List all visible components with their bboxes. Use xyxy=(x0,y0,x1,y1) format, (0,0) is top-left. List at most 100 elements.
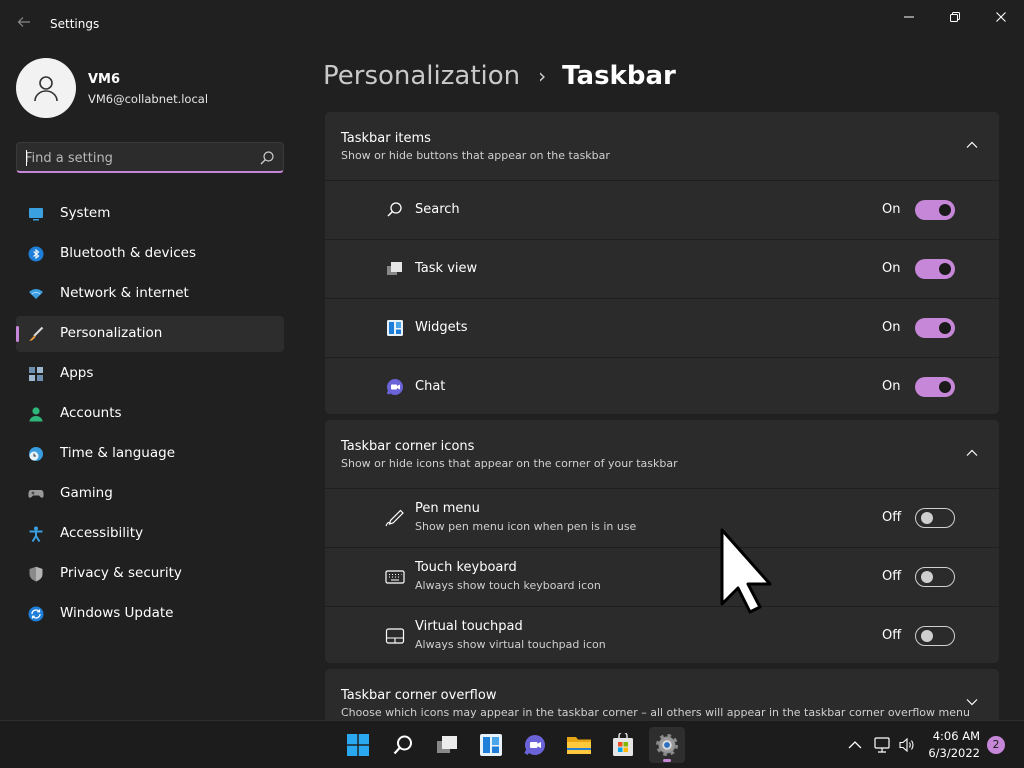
person-icon xyxy=(34,76,58,102)
close-icon xyxy=(996,12,1006,22)
virtual-touchpad-toggle[interactable] xyxy=(915,626,955,646)
toggle-state-text: On xyxy=(882,202,901,217)
section-taskbar-corner-overflow: Taskbar corner overflow Choose which ico… xyxy=(325,669,999,720)
setting-label: Chat xyxy=(415,379,446,394)
title-bar: Settings xyxy=(0,0,1024,48)
section-header[interactable]: Taskbar corner icons Show or hide icons … xyxy=(325,420,999,488)
sidebar-item-accounts[interactable]: Accounts xyxy=(16,396,284,432)
sidebar-item-time-language[interactable]: Time & language xyxy=(16,436,284,472)
update-icon xyxy=(28,606,44,622)
sidebar-item-label: Personalization xyxy=(60,325,163,341)
restore-icon xyxy=(950,12,960,22)
close-button[interactable] xyxy=(984,6,1018,28)
clock-date[interactable]: 6/3/2022 xyxy=(918,746,980,760)
sidebar-item-label: Apps xyxy=(60,365,94,381)
sidebar-item-privacy-security[interactable]: Privacy & security xyxy=(16,556,284,592)
file-explorer-icon xyxy=(567,737,591,754)
section-header[interactable]: Taskbar corner overflow Choose which ico… xyxy=(325,669,999,720)
taskbar-search-button[interactable] xyxy=(385,727,421,763)
brush-icon xyxy=(29,326,44,341)
setting-row-touch-keyboard: Touch keyboard Always show touch keyboar… xyxy=(325,547,999,606)
chevron-up-icon[interactable] xyxy=(965,138,979,152)
touchpad-icon xyxy=(385,628,405,644)
accessibility-icon xyxy=(29,526,43,542)
task-view-icon xyxy=(387,262,402,275)
clock-time[interactable]: 4:06 AM xyxy=(918,729,980,743)
toggle-knob xyxy=(939,263,951,275)
sidebar-item-system[interactable]: System xyxy=(16,196,284,232)
touch-keyboard-toggle[interactable] xyxy=(915,567,955,587)
sidebar-item-personalization[interactable]: Personalization xyxy=(16,316,284,352)
section-description: Show or hide buttons that appear on the … xyxy=(341,149,610,162)
toggle-state-text: Off xyxy=(882,628,902,643)
store-icon xyxy=(613,733,633,756)
setting-row-task-view: Task view On xyxy=(325,239,999,298)
section-taskbar-items: Taskbar items Show or hide buttons that … xyxy=(325,112,999,414)
setting-row-virtual-touchpad: Virtual touchpad Always show virtual tou… xyxy=(325,606,999,663)
shield-icon xyxy=(29,566,43,582)
accounts-icon xyxy=(29,407,43,422)
taskbar-store-button[interactable] xyxy=(605,727,641,763)
taskbar-settings-button[interactable] xyxy=(649,727,685,763)
settings-search-box[interactable] xyxy=(16,142,284,173)
notification-badge[interactable]: 2 xyxy=(987,736,1005,754)
toggle-state-text: On xyxy=(882,320,901,335)
sidebar-item-label: Gaming xyxy=(60,485,113,501)
search-icon xyxy=(393,735,412,755)
settings-search-input[interactable] xyxy=(25,148,245,168)
toggle-knob xyxy=(921,630,933,642)
widgets-toggle[interactable] xyxy=(915,318,955,338)
sidebar-item-network[interactable]: Network & internet xyxy=(16,276,284,312)
taskbar-chat-button[interactable] xyxy=(517,727,553,763)
volume-icon[interactable] xyxy=(898,736,916,754)
search-icon xyxy=(387,202,402,217)
sidebar-item-windows-update[interactable]: Windows Update xyxy=(16,596,284,632)
section-header[interactable]: Taskbar items Show or hide buttons that … xyxy=(325,112,999,180)
page-title: Taskbar xyxy=(562,61,676,91)
sidebar-item-accessibility[interactable]: Accessibility xyxy=(16,516,284,552)
toggle-state-text: Off xyxy=(882,510,902,525)
setting-label: Search xyxy=(415,202,460,217)
minimize-button[interactable] xyxy=(892,6,926,28)
avatar[interactable] xyxy=(16,58,76,118)
setting-row-chat: Chat On xyxy=(325,357,999,414)
sidebar-item-bluetooth[interactable]: Bluetooth & devices xyxy=(16,236,284,272)
section-title: Taskbar corner icons xyxy=(341,439,475,454)
sidebar-item-label: Bluetooth & devices xyxy=(60,245,197,261)
toggle-state-text: Off xyxy=(882,569,902,584)
taskbar-task-view-button[interactable] xyxy=(429,727,465,763)
settings-gear-icon xyxy=(656,734,678,756)
active-app-indicator xyxy=(663,759,671,762)
section-title: Taskbar corner overflow xyxy=(341,688,497,703)
sidebar-item-label: Time & language xyxy=(60,445,176,461)
text-caret xyxy=(26,150,27,166)
sidebar-item-label: Privacy & security xyxy=(60,565,182,581)
chevron-down-icon[interactable] xyxy=(965,695,979,709)
chevron-up-icon[interactable] xyxy=(846,736,864,754)
setting-row-pen-menu: Pen menu Show pen menu icon when pen is … xyxy=(325,488,999,547)
pen-menu-toggle[interactable] xyxy=(915,508,955,528)
start-button[interactable] xyxy=(340,727,376,763)
task-view-icon xyxy=(437,736,457,753)
sidebar-item-apps[interactable]: Apps xyxy=(16,356,284,392)
toggle-knob xyxy=(939,322,951,334)
sidebar-item-label: System xyxy=(60,205,111,221)
chevron-up-icon[interactable] xyxy=(965,446,979,460)
settings-content[interactable]: Taskbar items Show or hide buttons that … xyxy=(325,112,999,720)
widgets-icon xyxy=(480,734,502,756)
sidebar-item-label: Network & internet xyxy=(60,285,189,301)
task-view-toggle[interactable] xyxy=(915,259,955,279)
sidebar-item-gaming[interactable]: Gaming xyxy=(16,476,284,512)
search-icon[interactable] xyxy=(259,150,275,166)
network-wired-icon[interactable] xyxy=(873,736,891,754)
back-arrow-icon xyxy=(17,17,30,27)
taskbar-file-explorer-button[interactable] xyxy=(561,727,597,763)
back-button[interactable] xyxy=(14,14,34,34)
breadcrumb-parent-link[interactable]: Personalization xyxy=(323,61,520,91)
setting-label: Touch keyboard xyxy=(415,560,517,575)
chat-toggle[interactable] xyxy=(915,377,955,397)
search-toggle[interactable] xyxy=(915,200,955,220)
taskbar-widgets-button[interactable] xyxy=(473,727,509,763)
restore-button[interactable] xyxy=(938,6,972,28)
app-title: Settings xyxy=(50,17,100,31)
